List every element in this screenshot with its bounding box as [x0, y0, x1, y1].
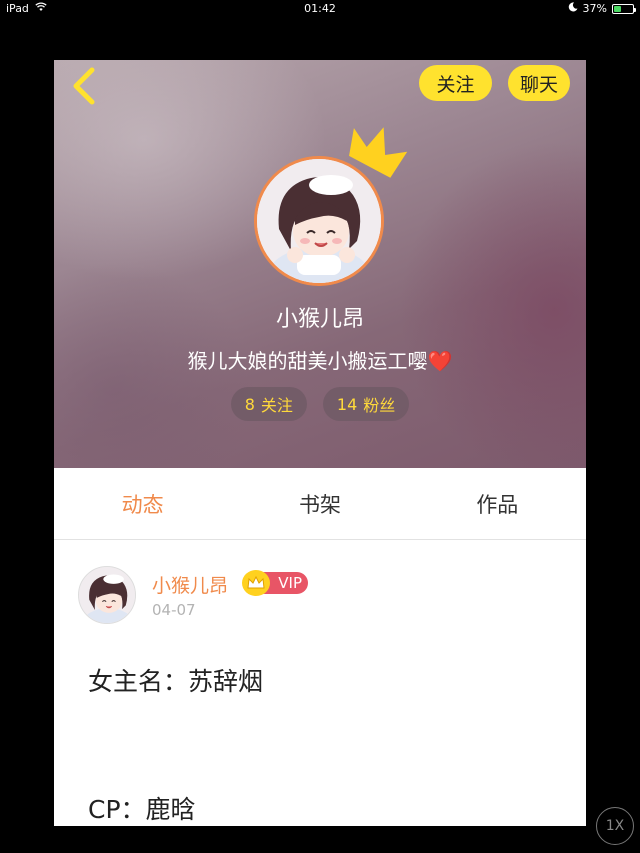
tab-works[interactable]: 作品: [409, 468, 586, 539]
chat-button[interactable]: 聊天: [508, 65, 570, 101]
following-label: 关注: [260, 396, 293, 415]
moon-icon: [568, 2, 578, 15]
chevron-left-icon: [73, 67, 95, 105]
vip-crown-icon: [242, 570, 270, 596]
post-line-heroine: 女主名：苏辞烟: [88, 667, 264, 696]
avatar-illustration-small: [79, 567, 135, 623]
post-line-cp: CP：鹿晗: [88, 795, 196, 824]
battery-level: [614, 5, 621, 12]
heart-icon: ❤️: [427, 349, 453, 373]
post-author-name[interactable]: 小猴儿昂: [152, 571, 228, 598]
app-window: 关注 聊天 小猴儿昂 猴儿大娘的甜美小搬运工嘤❤️ 8 关注 14 粉丝 动态 …: [54, 60, 586, 826]
back-button[interactable]: [68, 66, 102, 106]
tab-activity[interactable]: 动态: [54, 468, 231, 539]
profile-bio: 猴儿大娘的甜美小搬运工嘤❤️: [54, 345, 586, 374]
crown-icon: [349, 127, 408, 178]
post-date: 04-07: [152, 601, 196, 619]
stats-row: 8 关注 14 粉丝: [54, 387, 586, 421]
profile-header: 关注 聊天 小猴儿昂 猴儿大娘的甜美小搬运工嘤❤️ 8 关注 14 粉丝: [54, 60, 586, 468]
profile-username: 小猴儿昂: [275, 307, 364, 332]
following-stat[interactable]: 8 关注: [230, 387, 307, 421]
status-bar: iPad 01:42 37%: [0, 0, 640, 18]
battery-icon: [612, 3, 636, 14]
follow-button[interactable]: 关注: [419, 65, 492, 101]
playback-rate-button[interactable]: 1X: [596, 807, 634, 845]
following-count: 8: [244, 394, 255, 414]
profile-tabs: 动态 书架 作品: [54, 468, 586, 540]
tab-bookshelf[interactable]: 书架: [231, 468, 408, 539]
fans-stat[interactable]: 14 粉丝: [322, 387, 410, 421]
vip-badge: VIP: [242, 570, 308, 596]
clock: 01:42: [304, 2, 336, 15]
bio-text: 猴儿大娘的甜美小搬运工嘤: [187, 349, 428, 373]
battery-percent: 37%: [582, 2, 607, 15]
fans-label: 粉丝: [363, 396, 396, 415]
post-avatar[interactable]: [78, 566, 136, 624]
fans-count: 14: [336, 394, 358, 414]
